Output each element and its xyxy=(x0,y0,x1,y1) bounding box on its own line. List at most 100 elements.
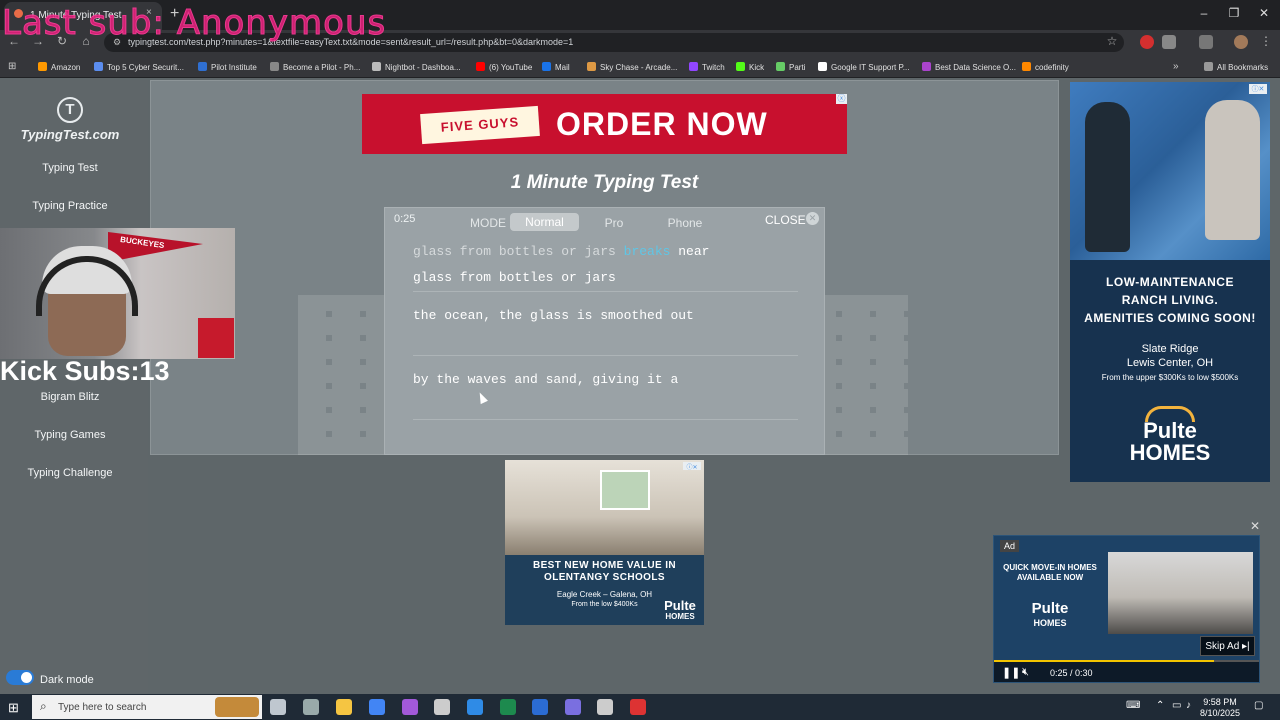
taskbar-app-red-icon[interactable] xyxy=(630,699,646,715)
taskbar-settings-icon[interactable] xyxy=(434,699,450,715)
mode-pro-button[interactable]: Pro xyxy=(596,216,632,230)
bookmark-favicon-icon xyxy=(818,62,827,71)
taskbar-obs-icon[interactable] xyxy=(402,699,418,715)
clock-time[interactable]: 9:58 PM xyxy=(1198,697,1242,707)
search-placeholder: Type here to search xyxy=(58,702,147,713)
bookmark-item[interactable]: Google IT Support P... xyxy=(818,62,909,72)
bookmark-item[interactable]: (6) YouTube xyxy=(476,62,532,72)
taskbar-app-1-icon[interactable] xyxy=(303,699,319,715)
video-ad-headline: QUICK MOVE-IN HOMES AVAILABLE NOW xyxy=(1003,563,1097,582)
close-icon[interactable]: ✕ xyxy=(806,212,819,225)
bookmark-favicon-icon xyxy=(38,62,47,71)
line-divider xyxy=(413,291,798,292)
bookmark-favicon-icon xyxy=(198,62,207,71)
bookmark-item[interactable]: Nightbot - Dashboa... xyxy=(372,62,461,72)
taskbar-word-icon[interactable] xyxy=(532,699,548,715)
bookmark-item[interactable]: Kick xyxy=(736,62,764,72)
extension-red-icon[interactable] xyxy=(1140,35,1154,49)
ad-choices-icon[interactable]: ⓘ✕ xyxy=(683,462,701,471)
clock-date[interactable]: 8/10/2025 xyxy=(1196,708,1244,718)
taskbar-excel-icon[interactable] xyxy=(500,699,516,715)
mute-icon[interactable]: 🔇︎ xyxy=(1022,666,1029,679)
logo-icon[interactable]: T xyxy=(57,97,83,123)
network-icon[interactable]: ▭ xyxy=(1172,700,1181,711)
bookmark-favicon-icon xyxy=(922,62,931,71)
bookmark-favicon-icon xyxy=(587,62,596,71)
windows-start-icon[interactable]: ⊞ xyxy=(8,700,19,716)
video-ad-close-icon[interactable]: ✕ xyxy=(1250,519,1260,533)
taskbar-task-view-icon[interactable] xyxy=(270,699,286,715)
current-word: breaks xyxy=(623,244,671,259)
notifications-icon[interactable]: ▢ xyxy=(1254,700,1263,711)
ad-photo-window xyxy=(600,470,650,510)
bookmark-favicon-icon xyxy=(476,62,485,71)
apps-grid-icon[interactable]: ⊞ xyxy=(8,61,16,72)
profile-avatar[interactable] xyxy=(1234,35,1248,49)
bookmark-item[interactable]: Amazon xyxy=(38,62,80,72)
bookmark-item[interactable]: Mail xyxy=(542,62,570,72)
pause-icon[interactable]: ❚❚ xyxy=(1002,666,1020,679)
taskbar-file-explorer-icon[interactable] xyxy=(336,699,352,715)
search-highlight-art xyxy=(215,697,259,717)
sidebar-item-typing-practice[interactable]: Typing Practice xyxy=(0,200,140,212)
video-progress-fill xyxy=(994,660,1214,662)
window-restore-button[interactable]: ❐ xyxy=(1224,6,1244,20)
bookmarks-more-icon[interactable]: » xyxy=(1173,61,1179,72)
bookmark-item[interactable]: Become a Pilot - Ph... xyxy=(270,62,360,72)
ad-price: From the upper $300Ks to low $500Ks xyxy=(1101,373,1239,382)
bookmark-star-icon[interactable]: ☆ xyxy=(1104,34,1120,48)
sidebar-item-typing-games[interactable]: Typing Games xyxy=(0,429,140,441)
taskbar-app-blue-icon[interactable] xyxy=(467,699,483,715)
bookmark-item[interactable]: Best Data Science O... xyxy=(922,62,1016,72)
line-divider xyxy=(413,355,798,356)
bookmark-item[interactable]: codefinity xyxy=(1022,62,1069,72)
taskbar-app-purple-icon[interactable] xyxy=(565,699,581,715)
typing-input[interactable]: glass from bottles or jars xyxy=(413,270,616,285)
bookmark-favicon-icon xyxy=(736,62,745,71)
close-test-button[interactable]: CLOSE xyxy=(765,213,806,227)
sidebar-item-typing-challenge[interactable]: Typing Challenge xyxy=(0,467,140,479)
mode-phone-button[interactable]: Phone xyxy=(660,216,710,230)
page-title: 1 Minute Typing Test xyxy=(510,172,699,193)
kick-subs-counter: Kick Subs:13 xyxy=(0,356,170,386)
all-bookmarks-button[interactable]: All Bookmarks xyxy=(1204,62,1268,72)
volume-icon[interactable]: ♪ xyxy=(1186,700,1191,711)
dark-mode-toggle-knob xyxy=(21,672,32,683)
ad-brand-logo: Pulte HOMES xyxy=(664,598,696,621)
bookmark-item[interactable]: Top 5 Cyber Securit... xyxy=(94,62,184,72)
sidepanel-icon[interactable] xyxy=(1199,35,1213,49)
window-minimize-button[interactable]: – xyxy=(1194,6,1214,20)
ad-headline: BEST NEW HOME VALUE IN OLENTANGY SCHOOLS xyxy=(532,560,677,583)
ad-choices-icon[interactable]: ⓧ xyxy=(836,94,847,104)
site-logo-text[interactable]: TypingTest.com xyxy=(0,127,140,142)
bookmark-item[interactable]: Parti xyxy=(776,62,805,72)
ad-location: Lewis Center, OH xyxy=(1126,357,1214,369)
typed-words: glass from bottles or jars xyxy=(413,244,624,259)
taskbar-app-tool-icon[interactable] xyxy=(597,699,613,715)
mode-normal-button[interactable]: Normal xyxy=(510,213,579,231)
bookmark-item[interactable]: Sky Chase - Arcade... xyxy=(587,62,677,72)
ad-choices-icon[interactable]: ⓘ✕ xyxy=(1249,84,1267,94)
skip-ad-button[interactable]: Skip Ad ▸| xyxy=(1200,636,1255,656)
ad-brand-logo: Pulte HOMES xyxy=(1129,418,1211,465)
window-close-button[interactable]: ✕ xyxy=(1254,6,1274,20)
ad-photo-person xyxy=(1085,102,1130,252)
ad-label: Ad xyxy=(1000,540,1020,552)
menu-kebab-icon[interactable]: ⋮ xyxy=(1258,34,1274,48)
bookmark-item[interactable]: Pilot Institute xyxy=(198,62,257,72)
text-line-3: by the waves and sand, giving it a xyxy=(413,372,679,387)
sidebar-item-typing-test[interactable]: Typing Test xyxy=(0,162,140,174)
extensions-puzzle-icon[interactable] xyxy=(1162,35,1176,49)
ad-community: Slate Ridge xyxy=(1141,343,1199,355)
dark-mode-label: Dark mode xyxy=(40,674,94,686)
taskbar-chrome-icon[interactable] xyxy=(369,699,385,715)
bookmark-item[interactable]: Twitch xyxy=(689,62,725,72)
folder-icon xyxy=(1204,62,1213,71)
search-icon: ⌕ xyxy=(40,699,47,713)
text-line-2: the ocean, the glass is smoothed out xyxy=(413,308,694,323)
sidebar-item-bigram-blitz[interactable]: Bigram Blitz xyxy=(0,391,140,403)
keyboard-icon[interactable]: ⌨ xyxy=(1126,700,1140,711)
bookmark-favicon-icon xyxy=(542,62,551,71)
video-time: 0:25 / 0:30 xyxy=(1050,668,1093,678)
tray-chevron-icon[interactable]: ⌃ xyxy=(1156,700,1164,711)
